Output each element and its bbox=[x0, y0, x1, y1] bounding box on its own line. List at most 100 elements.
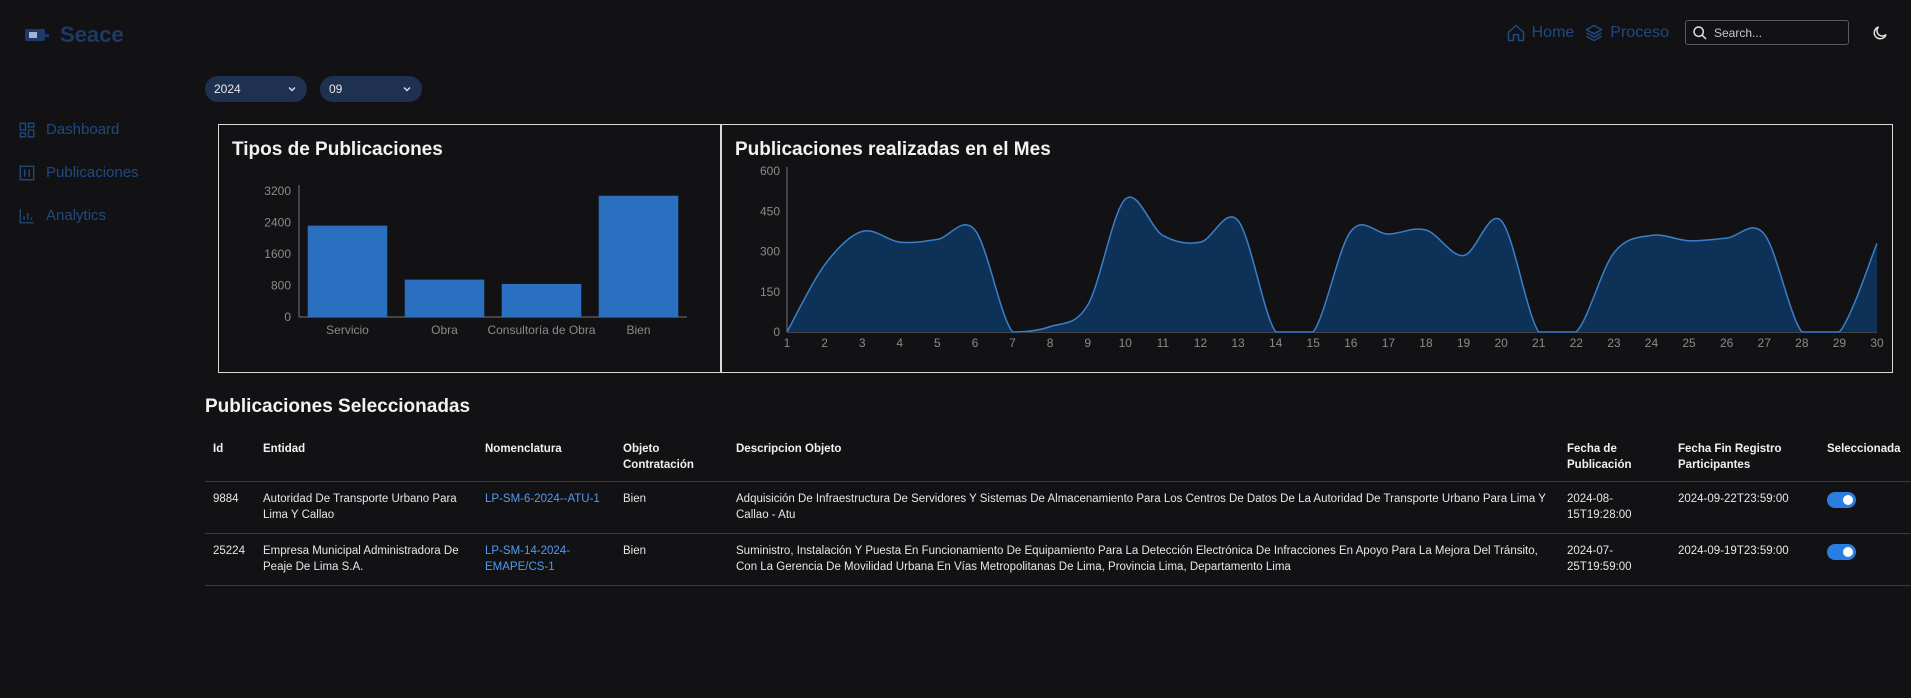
col-header: Fecha Fin Registro Participantes bbox=[1678, 443, 1782, 471]
x-tick-label: 7 bbox=[1009, 336, 1016, 350]
x-tick-label: 2 bbox=[821, 336, 828, 350]
col-header: Id bbox=[213, 443, 224, 455]
home-icon bbox=[1507, 24, 1524, 41]
area-fill bbox=[787, 197, 1877, 332]
x-tick-label: 13 bbox=[1231, 336, 1245, 350]
search-icon bbox=[1693, 25, 1707, 40]
search-input[interactable] bbox=[1714, 25, 1834, 40]
sidebar-item-dashboard[interactable]: Dashboard bbox=[18, 108, 139, 151]
x-tick-label: 15 bbox=[1307, 336, 1321, 350]
y-tick-label: 3200 bbox=[264, 184, 291, 198]
x-tick-label: 12 bbox=[1194, 336, 1208, 350]
month-select[interactable]: 09 bbox=[320, 76, 422, 102]
filters: 2024 09 bbox=[205, 76, 422, 102]
x-tick-label: 18 bbox=[1419, 336, 1433, 350]
bar-chart-icon bbox=[19, 208, 34, 223]
x-tick-label: 28 bbox=[1795, 336, 1809, 350]
bar bbox=[598, 195, 679, 317]
cell-id: 25224 bbox=[205, 533, 255, 586]
cell-fecha-publicacion: 2024-07-25T19:59:00 bbox=[1559, 533, 1670, 586]
nomenclatura-link[interactable]: LP-SM-14-2024-EMAPE/CS-1 bbox=[485, 545, 570, 573]
cell-entidad: Autoridad De Transporte Urbano Para Lima… bbox=[255, 481, 477, 534]
logo-icon bbox=[25, 29, 49, 41]
x-tick-label: 29 bbox=[1833, 336, 1847, 350]
y-tick-label: 2400 bbox=[264, 216, 291, 230]
sidebar-item-label: Dashboard bbox=[46, 121, 120, 138]
x-tick-label: 11 bbox=[1157, 336, 1170, 350]
x-tick-label: 17 bbox=[1382, 336, 1396, 350]
year-value: 2024 bbox=[214, 82, 241, 96]
x-tick-label: 25 bbox=[1682, 336, 1696, 350]
y-tick-label: 0 bbox=[284, 310, 291, 324]
y-tick-label: 150 bbox=[760, 285, 780, 299]
sidebar-item-analytics[interactable]: Analytics bbox=[18, 194, 139, 237]
x-tick-label: 5 bbox=[934, 336, 941, 350]
col-header: Entidad bbox=[263, 443, 306, 455]
y-tick-label: 0 bbox=[773, 325, 780, 339]
x-tick-label: 3 bbox=[859, 336, 866, 350]
top-nav: Home Proceso bbox=[1506, 20, 1889, 45]
y-tick-label: 1600 bbox=[264, 247, 291, 261]
area-chart: 01503004506001 2 3 4 5 6 7 8 9 10 11 12 13 14 15 16 17 18… bbox=[760, 164, 1884, 350]
cell-fecha-publicacion: 2024-08-15T19:28:00 bbox=[1559, 481, 1670, 534]
search-box[interactable] bbox=[1685, 20, 1849, 45]
x-tick-label: 16 bbox=[1344, 336, 1358, 350]
sidebar-item-publicaciones[interactable]: Publicaciones bbox=[18, 151, 139, 194]
x-tick-label: 26 bbox=[1720, 336, 1734, 350]
brand[interactable]: Seace bbox=[24, 22, 124, 48]
dashboard-icon bbox=[19, 122, 35, 137]
y-tick-label: 450 bbox=[760, 204, 780, 218]
columns-icon bbox=[19, 165, 35, 180]
year-select[interactable]: 2024 bbox=[205, 76, 307, 102]
chevron-down-icon bbox=[403, 87, 411, 92]
x-tick-label: 9 bbox=[1084, 336, 1091, 350]
x-tick-label: 14 bbox=[1269, 336, 1283, 350]
cell-descripcion: Suministro, Instalación Y Puesta En Func… bbox=[728, 533, 1559, 586]
cell-fecha-fin: 2024-09-19T23:59:00 bbox=[1670, 533, 1819, 586]
sidebar-item-label: Analytics bbox=[46, 207, 107, 224]
x-tick-label: Consultoría de Obra bbox=[487, 323, 595, 337]
seleccionada-toggle[interactable] bbox=[1827, 492, 1856, 508]
x-tick-label: Obra bbox=[431, 323, 458, 337]
cell-objeto: Bien bbox=[615, 481, 728, 534]
x-tick-label: Bien bbox=[626, 323, 650, 337]
cell-entidad: Empresa Municipal Administradora De Peaj… bbox=[255, 533, 477, 586]
publicaciones-table: Id Entidad Nomenclatura Objeto Contratac… bbox=[205, 433, 1911, 586]
brand-name: Seace bbox=[60, 22, 124, 47]
x-tick-label: 24 bbox=[1645, 336, 1659, 350]
col-header: Seleccionada bbox=[1827, 443, 1901, 455]
layers-icon bbox=[1586, 24, 1603, 41]
sidebar-item-label: Publicaciones bbox=[46, 164, 139, 181]
bar-chart: 0 800 1600 2400 3200 Servicio Obra Consultoría … bbox=[264, 184, 687, 337]
col-header: Objeto Contratación bbox=[623, 443, 694, 471]
x-tick-label: 21 bbox=[1532, 336, 1546, 350]
table-row: 9884 Autoridad De Transporte Urbano Para… bbox=[205, 481, 1911, 534]
nav-proceso[interactable]: Proceso bbox=[1584, 23, 1669, 43]
x-tick-label: 1 bbox=[784, 336, 791, 350]
nomenclatura-link[interactable]: LP-SM-6-2024--ATU-1 bbox=[485, 493, 600, 505]
bar bbox=[307, 225, 388, 317]
x-tick-label: 4 bbox=[896, 336, 903, 350]
nav-proceso-label: Proceso bbox=[1610, 23, 1669, 41]
y-tick-label: 600 bbox=[760, 164, 780, 178]
x-tick-label: 10 bbox=[1119, 336, 1133, 350]
x-tick-label: 6 bbox=[972, 336, 979, 350]
month-value: 09 bbox=[329, 82, 343, 96]
y-tick-label: 300 bbox=[760, 245, 780, 259]
x-tick-label: 30 bbox=[1870, 336, 1884, 350]
x-tick-label: 20 bbox=[1494, 336, 1508, 350]
publicaciones-mes-card: Publicaciones realizadas en el Mes 0 150 3… bbox=[721, 124, 1893, 373]
table-row: 25224 Empresa Municipal Administradora D… bbox=[205, 533, 1911, 586]
x-tick-label: 27 bbox=[1758, 336, 1772, 350]
x-tick-label: 23 bbox=[1607, 336, 1621, 350]
nav-home[interactable]: Home bbox=[1506, 23, 1574, 43]
col-header: Nomenclatura bbox=[485, 443, 562, 455]
moon-icon[interactable] bbox=[1871, 24, 1889, 42]
bar bbox=[501, 283, 582, 317]
cell-objeto: Bien bbox=[615, 533, 728, 586]
table-header-row: Id Entidad Nomenclatura Objeto Contratac… bbox=[205, 433, 1911, 482]
col-header: Descripcion Objeto bbox=[736, 443, 842, 455]
seleccionada-toggle[interactable] bbox=[1827, 544, 1856, 560]
cell-descripcion: Adquisición De Infraestructura De Servid… bbox=[728, 481, 1559, 534]
x-tick-label: 22 bbox=[1570, 336, 1584, 350]
